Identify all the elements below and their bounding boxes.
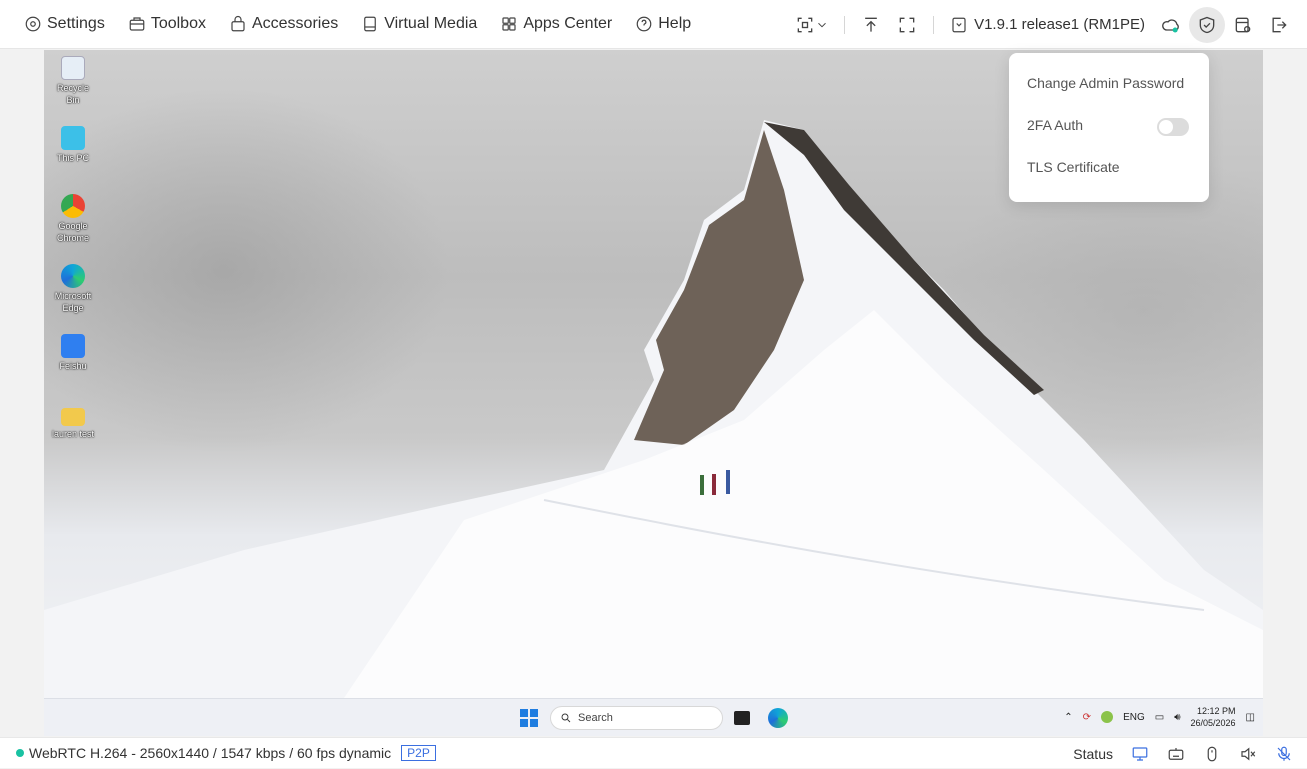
desktop-icon-label: Google Chrome <box>56 221 89 243</box>
keyboard-icon[interactable] <box>1167 745 1185 763</box>
menu-help[interactable]: Help <box>635 15 691 33</box>
status-bar: WebRTC H.264 - 2560x1440 / 1547 kbps / 6… <box>0 737 1307 768</box>
twofa-auth-item: 2FA Auth <box>1009 117 1209 159</box>
shield-check-icon <box>1199 16 1215 33</box>
logout-button[interactable] <box>1261 7 1297 43</box>
menu-apps-center-label: Apps Center <box>523 15 613 32</box>
menu-toolbox-label: Toolbox <box>150 15 206 32</box>
tls-certificate-item[interactable]: TLS Certificate <box>1009 159 1209 201</box>
menu-virtual-media[interactable]: Virtual Media <box>361 15 477 33</box>
version-info[interactable]: V1.9.1 release1 (RM1PE) <box>942 16 1153 34</box>
menu-toolbox[interactable]: Toolbox <box>128 15 206 33</box>
clock-date: 26/05/2026 <box>1190 718 1236 728</box>
mic-off-icon[interactable] <box>1275 745 1293 763</box>
feishu-icon <box>61 334 85 358</box>
desktop-icon-label: Recycle Bin <box>56 83 89 105</box>
menu-help-label: Help <box>658 15 692 32</box>
language-indicator[interactable]: ENG <box>1123 712 1145 723</box>
monitor-icon[interactable]: ▭ <box>1155 712 1164 723</box>
desktop-icon-label: Microsoft Edge <box>54 291 92 313</box>
status-label[interactable]: Status <box>1073 746 1113 762</box>
chrome-icon <box>61 194 85 218</box>
upload-button[interactable] <box>853 7 889 43</box>
edge-icon <box>61 264 85 288</box>
security-dropdown-menu: Change Admin Password 2FA Auth TLS Certi… <box>1009 53 1209 202</box>
twofa-auth-label: 2FA Auth <box>1027 117 1084 133</box>
app-tray-icon[interactable] <box>1101 711 1114 723</box>
main-menu: Settings Toolbox Accessories Virtual Med… <box>0 0 714 48</box>
desktop-icon-label: lauren test <box>51 429 95 439</box>
monitor-icon[interactable] <box>1131 745 1149 763</box>
folder-icon <box>61 408 85 426</box>
chevron-down-icon <box>818 22 826 27</box>
task-view-icon[interactable] <box>734 711 750 725</box>
version-label: V1.9.1 release1 (RM1PE) <box>974 16 1145 33</box>
cloud-icon <box>1162 18 1179 32</box>
toolbox-icon <box>129 17 145 31</box>
system-tray: ⌃ ⟳ ENG ▭ 🔊︎ 12:12 PM 26/05/2026 ◫ <box>1064 705 1255 729</box>
divider <box>844 15 846 34</box>
desktop-icon-this-pc[interactable]: This PC <box>50 126 96 164</box>
status-tools: Status <box>1073 738 1293 769</box>
connection-status-dot <box>16 749 24 757</box>
bag-icon <box>231 15 245 32</box>
window-refresh-icon <box>1235 17 1251 32</box>
screen-mode-icon <box>797 17 813 32</box>
clock-time: 12:12 PM <box>1197 706 1236 716</box>
gear-icon <box>25 16 41 32</box>
cloud-status-button[interactable] <box>1153 7 1189 43</box>
remote-taskbar: Search ⌃ ⟳ ENG ▭ 🔊︎ 12:12 PM 26/05/2026 … <box>44 698 1263 736</box>
menu-settings-label: Settings <box>47 15 105 32</box>
taskbar-clock[interactable]: 12:12 PM 26/05/2026 <box>1191 705 1236 729</box>
notification-icon[interactable]: ◫ <box>1246 712 1255 723</box>
change-admin-password-label: Change Admin Password <box>1027 75 1185 91</box>
desktop-icon-folder[interactable]: lauren test <box>50 404 96 440</box>
menu-apps-center[interactable]: Apps Center <box>500 15 612 33</box>
stream-info: WebRTC H.264 - 2560x1440 / 1547 kbps / 6… <box>29 745 392 761</box>
search-icon <box>561 713 571 723</box>
logout-icon <box>1272 17 1287 32</box>
chevron-up-icon[interactable]: ⌃ <box>1064 712 1072 723</box>
menu-settings[interactable]: Settings <box>24 15 105 33</box>
twofa-toggle[interactable] <box>1157 118 1189 136</box>
apps-icon <box>502 17 516 31</box>
security-button[interactable] <box>1189 6 1225 43</box>
edge-taskbar-icon[interactable] <box>768 708 788 728</box>
p2p-badge: P2P <box>401 745 436 761</box>
network-alert-icon[interactable]: ⟳ <box>1083 712 1091 723</box>
top-toolbar: Settings Toolbox Accessories Virtual Med… <box>0 0 1307 49</box>
help-icon <box>636 16 652 32</box>
upload-icon <box>865 17 877 32</box>
mouse-icon[interactable] <box>1203 745 1221 763</box>
divider <box>933 15 935 34</box>
computer-icon <box>61 126 85 150</box>
desktop-icon-chrome[interactable]: Google Chrome <box>50 194 96 244</box>
taskbar-search-placeholder: Search <box>578 712 613 724</box>
fullscreen-icon <box>899 17 915 32</box>
windows-start-icon[interactable] <box>520 709 538 727</box>
device-icon <box>952 17 966 32</box>
recycle-bin-icon <box>61 56 85 80</box>
change-admin-password-item[interactable]: Change Admin Password <box>1009 75 1209 117</box>
taskbar-search[interactable]: Search <box>550 706 723 730</box>
desktop-icon-edge[interactable]: Microsoft Edge <box>50 264 96 314</box>
disk-icon <box>364 16 377 32</box>
desktop-icon-label: Feishu <box>59 361 87 371</box>
desktop-icon-feishu[interactable]: Feishu <box>50 334 96 372</box>
fullscreen-button[interactable] <box>889 7 925 43</box>
desktop-icon-label: This PC <box>56 153 89 163</box>
tls-certificate-label: TLS Certificate <box>1027 159 1120 175</box>
session-button[interactable] <box>1225 7 1261 43</box>
right-toolbar: V1.9.1 release1 (RM1PE) <box>788 0 1307 49</box>
menu-accessories[interactable]: Accessories <box>229 15 338 33</box>
menu-accessories-label: Accessories <box>251 15 339 32</box>
screen-mode-dropdown[interactable] <box>788 7 836 43</box>
volume-icon[interactable]: 🔊︎ <box>1174 712 1180 723</box>
speaker-muted-icon[interactable] <box>1239 745 1257 763</box>
desktop-icon-recycle-bin[interactable]: Recycle Bin <box>50 56 96 106</box>
menu-virtual-media-label: Virtual Media <box>384 15 478 32</box>
